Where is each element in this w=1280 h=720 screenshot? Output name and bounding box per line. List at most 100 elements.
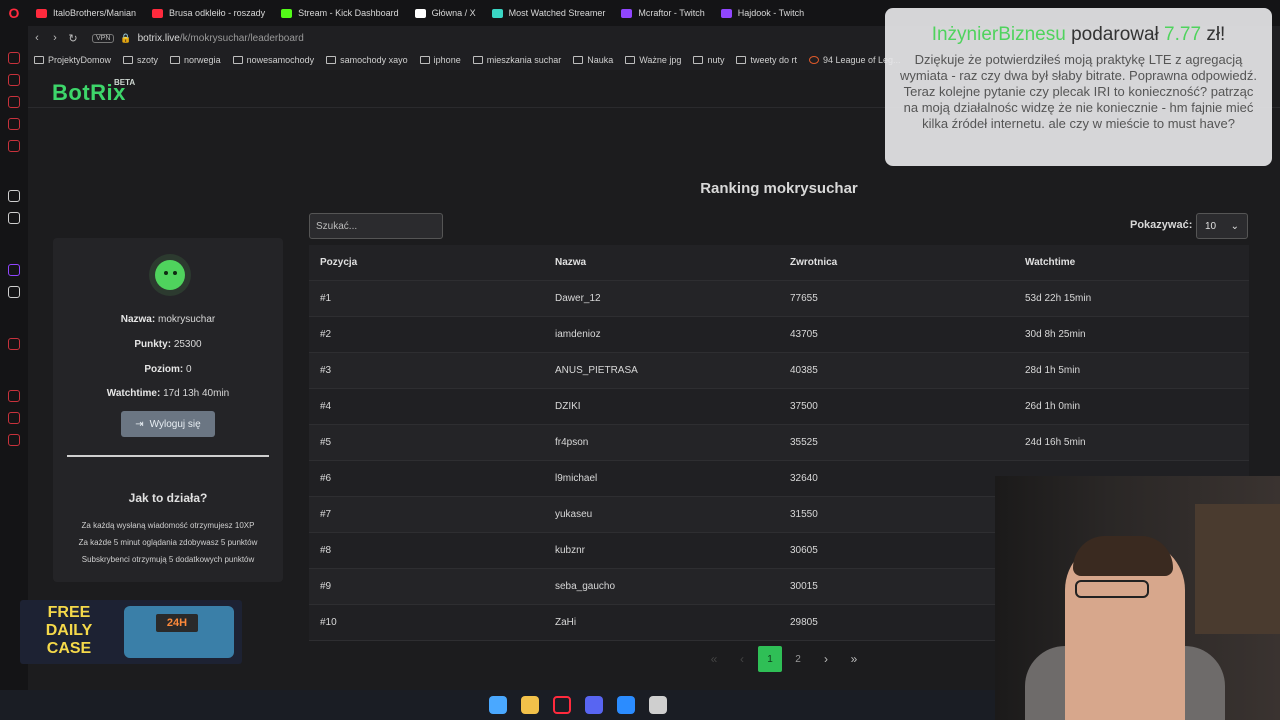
donation-currency: zł! xyxy=(1206,24,1226,45)
bookmark[interactable]: nuty xyxy=(687,55,730,65)
twitch-icon[interactable] xyxy=(8,264,20,276)
bookmark[interactable]: szoty xyxy=(117,55,164,65)
points-cell: 32640 xyxy=(790,473,818,484)
gamepad-icon[interactable] xyxy=(8,118,20,130)
opera-icon[interactable] xyxy=(552,696,571,714)
divider xyxy=(67,455,269,457)
lock-icon[interactable]: 🔒 xyxy=(120,33,131,44)
url-path: /k/mokrysuchar/leaderboard xyxy=(179,32,304,44)
bookmark[interactable]: tweety do rt xyxy=(730,55,803,65)
tab[interactable]: Mcraftor - Twitch xyxy=(613,0,712,26)
forward-icon[interactable]: › xyxy=(46,32,64,44)
twitch-icon xyxy=(720,8,732,18)
clock-icon[interactable] xyxy=(8,390,20,402)
donation-header: InżynierBiznesu podarował 7.77 zł! xyxy=(897,24,1260,46)
file-explorer-icon[interactable] xyxy=(520,696,539,714)
watchtime-cell: 26d 1h 0min xyxy=(1025,401,1081,412)
show-label: Pokazywać: xyxy=(1130,219,1193,231)
folder-icon xyxy=(34,56,44,64)
opera-logo-icon[interactable]: O xyxy=(0,0,28,26)
column-header[interactable]: Pozycja xyxy=(309,257,544,268)
tab[interactable]: Hajdook - Twitch xyxy=(713,0,812,26)
back-icon[interactable]: ‹ xyxy=(28,32,46,44)
column-header[interactable]: Zwrotnica xyxy=(779,257,1014,268)
folder-icon xyxy=(232,56,243,64)
vpn-badge[interactable]: VPN xyxy=(92,33,115,43)
app-icon[interactable] xyxy=(648,696,667,714)
logout-label: Wyloguj się xyxy=(149,418,201,430)
page-button[interactable]: 1 xyxy=(758,646,782,672)
player-icon[interactable] xyxy=(8,140,20,152)
chatgpt-icon[interactable] xyxy=(8,212,20,224)
windows-start-icon[interactable] xyxy=(488,696,507,714)
points-cell: 35525 xyxy=(790,437,818,448)
bookmark[interactable]: nowesamochody xyxy=(227,55,321,65)
free-daily-case-banner[interactable]: FREE DAILY CASE xyxy=(20,600,242,664)
points-cell: 30015 xyxy=(790,581,818,592)
points-cell: 40385 xyxy=(790,365,818,376)
name-cell: fr4pson xyxy=(555,437,589,448)
tab[interactable]: Most Watched Streamer xyxy=(484,0,614,26)
bookmark-label: szoty xyxy=(137,55,159,65)
how-it-works-title: Jak to działa? xyxy=(128,491,208,505)
avatar-image xyxy=(155,260,185,290)
add-icon[interactable] xyxy=(8,338,20,350)
bookmark[interactable]: Nauka xyxy=(567,55,619,65)
last-page-button[interactable]: » xyxy=(842,646,866,672)
bookmark[interactable]: mieszkania suchar xyxy=(467,55,568,65)
aria-icon[interactable] xyxy=(8,190,20,202)
page-button[interactable]: 2 xyxy=(786,646,810,672)
column-header[interactable]: Nazwa xyxy=(544,257,779,268)
webcam-glasses xyxy=(1075,580,1149,598)
x-icon[interactable] xyxy=(8,286,20,298)
rank-cell: #9 xyxy=(320,581,332,592)
discord-icon[interactable] xyxy=(584,696,603,714)
logout-icon: ⇥ xyxy=(135,418,144,430)
bookmark[interactable]: norwegia xyxy=(164,55,227,65)
profile-watchtime-row: Watchtime: 17d 13h 40min xyxy=(53,388,283,399)
donation-alert: InżynierBiznesu podarował 7.77 zł! Dzięk… xyxy=(885,8,1272,166)
bookmark[interactable]: Ważne jpg xyxy=(619,55,687,65)
tab[interactable]: ItaloBrothers/Manian xyxy=(28,0,144,26)
tab[interactable]: Stream - Kick Dashboard xyxy=(273,0,407,26)
history-icon[interactable] xyxy=(8,74,20,86)
bookmark[interactable]: iphone xyxy=(414,55,467,65)
promo-line: CASE xyxy=(46,640,92,657)
logout-button[interactable]: ⇥ Wyloguj się xyxy=(121,411,215,437)
folder-icon xyxy=(472,56,483,64)
extensions-icon[interactable] xyxy=(8,412,20,424)
column-header[interactable]: Watchtime xyxy=(1014,257,1249,268)
search-input[interactable] xyxy=(309,213,443,239)
profile-level-row: Poziom: 0 xyxy=(53,364,283,375)
first-page-button[interactable]: « xyxy=(702,646,726,672)
profile-card: Nazwa: mokrysuchar Punkty: 25300 Poziom:… xyxy=(53,238,283,582)
webcam-hair xyxy=(1073,536,1173,576)
rule-text: Za każdą wysłaną wiadomość otrzymujesz 1… xyxy=(81,521,255,530)
name-cell: DZIKI xyxy=(555,401,581,412)
bookmark[interactable]: samochody xayo xyxy=(320,55,414,65)
bookmark[interactable]: ProjektyDomow xyxy=(28,55,117,65)
streamscharts-icon xyxy=(491,8,503,18)
tab[interactable]: Główna / X xyxy=(407,0,484,26)
next-page-button[interactable]: › xyxy=(814,646,838,672)
name-label: Nazwa: xyxy=(120,314,156,325)
settings-icon[interactable] xyxy=(8,434,20,446)
rank-cell: #5 xyxy=(320,437,332,448)
messenger-icon[interactable] xyxy=(8,52,20,64)
donation-verb: podarował xyxy=(1071,24,1159,45)
points-cell: 31550 xyxy=(790,509,818,520)
prev-page-button[interactable]: ‹ xyxy=(730,646,754,672)
tab-label: Most Watched Streamer xyxy=(508,8,606,18)
page-title: Ranking mokrysuchar xyxy=(700,180,858,197)
reload-icon[interactable]: ↻ xyxy=(64,32,82,45)
tab[interactable]: Brusa odkleiło - roszady xyxy=(144,0,273,26)
profile-points-row: Punkty: 25300 xyxy=(53,339,283,350)
profile-name: mokrysuchar xyxy=(157,314,216,325)
url-field[interactable]: botrix.live/k/mokrysuchar/leaderboard xyxy=(138,33,304,44)
page-size-select[interactable]: 10 ⌄ xyxy=(1196,213,1248,239)
avatar xyxy=(149,254,191,296)
bag-icon[interactable] xyxy=(8,96,20,108)
rank-cell: #10 xyxy=(320,617,337,628)
points-cell: 77655 xyxy=(790,293,818,304)
messenger-icon[interactable] xyxy=(616,696,635,714)
